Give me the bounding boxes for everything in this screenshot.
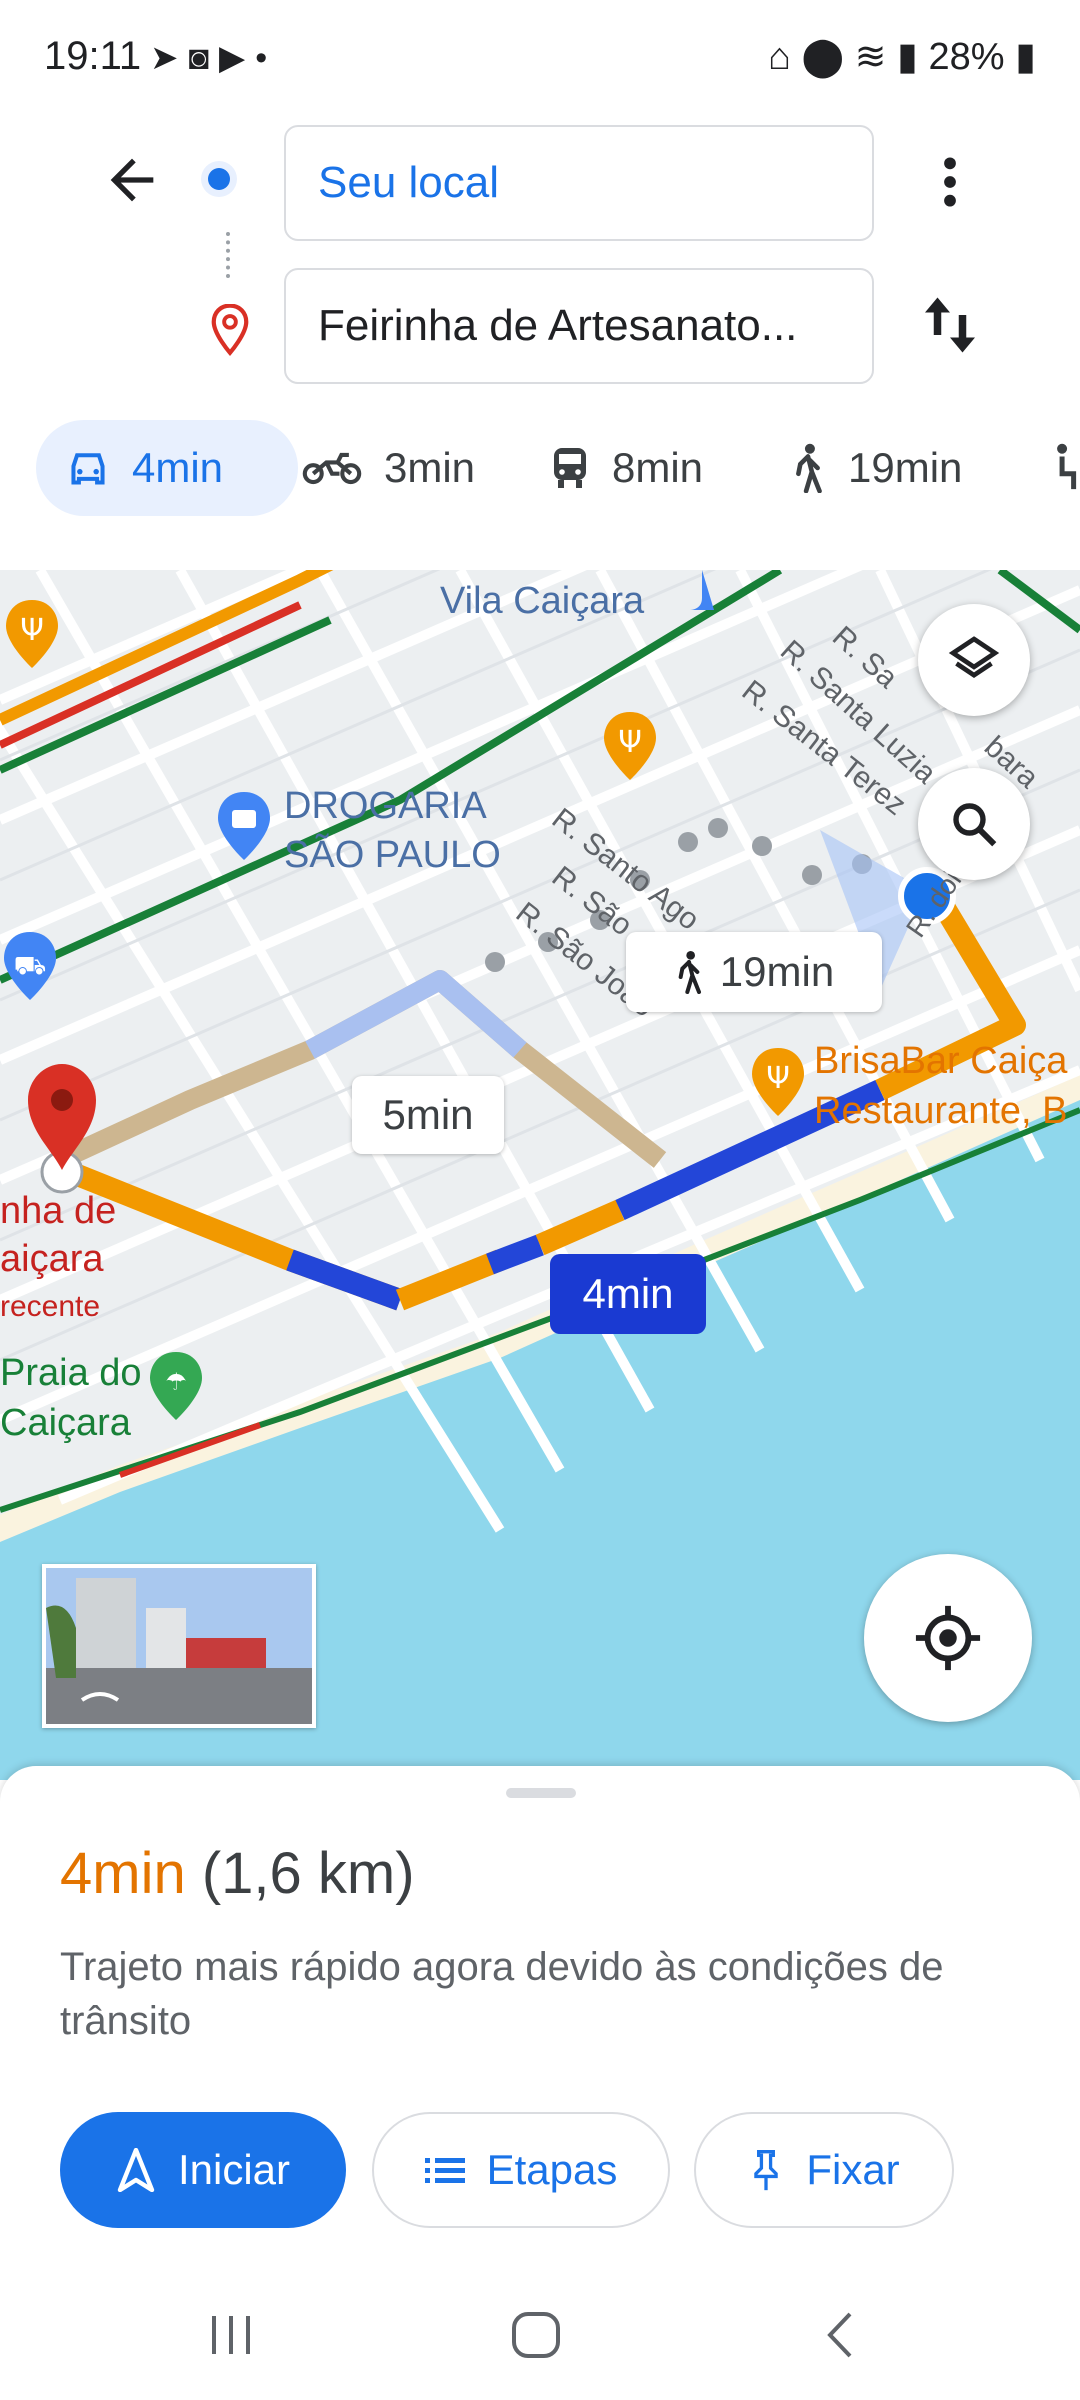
tab-transit[interactable]: 8min <box>550 420 703 516</box>
steps-button[interactable]: Etapas <box>372 2112 670 2228</box>
youtube-icon: ▶ <box>219 39 256 77</box>
back-nav-icon[interactable] <box>820 2310 860 2360</box>
map-label-drogaria-line2: SÃO PAULO <box>284 834 501 876</box>
start-label: Iniciar <box>177 2146 291 2193</box>
destination-pin-icon <box>210 303 250 361</box>
more-options-button[interactable] <box>932 150 968 219</box>
street-view-thumbnail[interactable] <box>42 1564 316 1728</box>
pin-icon <box>754 2150 779 2191</box>
transit-icon <box>554 448 586 488</box>
tab-walk[interactable]: 19min <box>790 420 962 516</box>
map-label-praia-line2: Caiçara <box>0 1402 131 1444</box>
map-label-feirinha-line1: nha de <box>0 1190 117 1232</box>
instagram-icon: ◙ <box>188 39 220 77</box>
map-label-feirinha-line3: recente <box>0 1290 101 1323</box>
map-label-drogaria-line1: DROGARIA <box>284 785 487 827</box>
pin-label: Fixar <box>806 2146 900 2193</box>
tab-car-label: 4min <box>132 444 224 491</box>
status-bar: 19:11 ➤◙▶• ⌂ ⬤ ≋ ▮ 28% ▮ <box>0 0 1080 120</box>
home-icon[interactable] <box>508 2310 564 2360</box>
tab-transit-label: 8min <box>612 444 704 491</box>
map-view[interactable]: Ψ Ψ Ψ ⛟ ☂ Vila Caiçara DROGARIA SÃO PAUL… <box>0 570 1080 1780</box>
navigation-arrow-icon <box>117 2148 155 2192</box>
tab-motorcycle[interactable]: 3min <box>302 420 475 516</box>
motorcycle-icon <box>302 452 362 485</box>
layers-icon <box>948 636 1000 678</box>
svg-text:Ψ: Ψ <box>766 1061 790 1096</box>
arrow-back-icon <box>110 158 154 202</box>
svg-text:☂: ☂ <box>165 1368 187 1396</box>
alt-route-callout[interactable]: 5min <box>352 1076 504 1154</box>
send-icon: ➤ <box>150 39 189 77</box>
status-right: ⌂ ⬤ ≋ ▮ 28% ▮ <box>768 34 1036 79</box>
selected-callout-label: 4min <box>582 1270 674 1317</box>
recents-icon[interactable] <box>206 2310 256 2360</box>
car-icon <box>71 453 105 485</box>
svg-text:Ψ: Ψ <box>618 725 642 760</box>
notification-icons: ➤◙▶• <box>150 38 277 78</box>
tab-car[interactable]: 4min <box>36 420 298 516</box>
svg-text:⛟: ⛟ <box>14 951 47 981</box>
alt-callout-label: 5min <box>382 1091 474 1138</box>
walk-icon <box>678 951 701 994</box>
signal-icon: ▮ <box>896 36 918 78</box>
map-label-brisabar-line1: BrisaBar Caiça <box>814 1040 1068 1082</box>
walk-time-callout[interactable]: 19min <box>626 932 882 1012</box>
origin-dot-icon <box>208 168 230 190</box>
map-label-feirinha-line2: aiçara <box>0 1238 104 1280</box>
steps-label: Etapas <box>486 2146 618 2193</box>
list-icon <box>424 2158 465 2183</box>
my-location-button[interactable] <box>864 1554 1032 1722</box>
map-label-vila-caicara: Vila Caiçara <box>440 580 645 622</box>
start-navigation-button[interactable]: Iniciar <box>60 2112 346 2228</box>
pin-button[interactable]: Fixar <box>694 2112 954 2228</box>
svg-text:Ψ: Ψ <box>20 613 44 648</box>
map-label-praia-line1: Praia do <box>0 1352 142 1394</box>
battery-icon: ▮ <box>1015 36 1036 78</box>
walk-icon <box>796 443 822 493</box>
origin-input[interactable]: Seu local <box>284 125 874 241</box>
swap-vert-icon <box>925 297 975 353</box>
selected-route-callout[interactable]: 4min <box>550 1254 706 1334</box>
system-nav-bar <box>0 2280 1080 2400</box>
map-label-brisabar-line2: Restaurante, B <box>814 1090 1068 1132</box>
travel-mode-tabs: 4min 3min 8min 19min <box>0 420 1080 520</box>
route-eta: 4min (1,6 km) <box>60 1840 415 1907</box>
tab-walk-label: 19min <box>848 444 963 491</box>
wifi-icon: ≋ <box>854 36 887 78</box>
status-time: 19:11 <box>44 34 142 78</box>
search-map-button[interactable] <box>918 768 1030 880</box>
more-vert-icon <box>944 157 956 207</box>
sheet-drag-handle[interactable] <box>506 1788 576 1798</box>
back-button[interactable] <box>100 148 164 212</box>
wheelchair-icon <box>1057 443 1077 490</box>
route-connector <box>226 232 234 278</box>
layers-button[interactable] <box>918 604 1030 716</box>
eta-time: 4min <box>60 1841 186 1906</box>
eta-distance: (1,6 km) <box>201 1841 415 1906</box>
my-location-icon <box>915 1605 981 1671</box>
tab-motorcycle-label: 3min <box>384 444 476 491</box>
dot-icon: • <box>255 39 278 77</box>
location-icon: ⬤ <box>801 36 844 78</box>
search-icon <box>953 803 997 847</box>
swap-button[interactable] <box>920 292 980 363</box>
battery-saver-icon: ⌂ <box>767 36 791 78</box>
tab-more-modes[interactable] <box>1044 420 1080 516</box>
battery-level: 28% <box>928 36 1005 78</box>
destination-input[interactable]: Feirinha de Artesanato... <box>284 268 874 384</box>
route-description: Trajeto mais rápido agora devido às cond… <box>60 1945 944 2043</box>
street-view-image <box>46 1568 312 1724</box>
walk-callout-label: 19min <box>719 948 835 995</box>
